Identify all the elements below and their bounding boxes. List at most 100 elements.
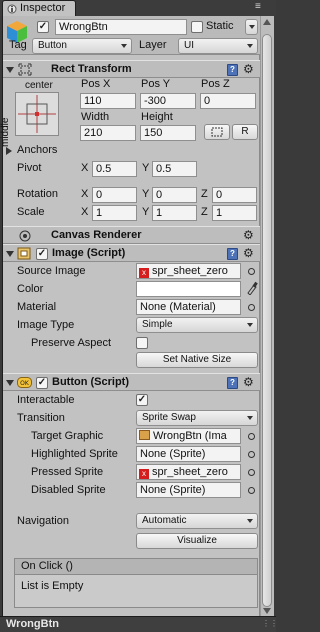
- layer-label: Layer: [139, 39, 167, 51]
- preview-object-name: WrongBtn: [6, 618, 59, 630]
- height-label: Height: [141, 111, 173, 123]
- color-field[interactable]: [136, 281, 241, 297]
- canvas-renderer-header[interactable]: Canvas Renderer ⚙: [3, 226, 261, 244]
- scale-z-axis-label: Z: [201, 206, 208, 218]
- pressed-sprite-picker-icon[interactable]: [248, 469, 255, 476]
- gameobject-active-checkbox[interactable]: ✓: [37, 21, 49, 33]
- scroll-down-arrow-icon[interactable]: [263, 608, 271, 614]
- image-enabled-checkbox[interactable]: ✓: [36, 248, 48, 260]
- rotation-x-field[interactable]: 0: [92, 187, 137, 203]
- rotation-x-axis-label: X: [81, 188, 89, 200]
- static-dropdown[interactable]: [245, 19, 258, 35]
- width-field[interactable]: 210: [80, 125, 136, 141]
- anchor-preset-h-label: center: [25, 80, 53, 91]
- pressed-sprite-value: spr_sheet_zero: [152, 466, 228, 478]
- inspector-tab[interactable]: Inspector: [2, 0, 76, 17]
- onclick-add-remove: [213, 608, 253, 616]
- layer-dropdown[interactable]: UI: [178, 38, 258, 54]
- height-field[interactable]: 150: [140, 125, 196, 141]
- onclick-header: On Click (): [15, 559, 257, 575]
- pos-y-field[interactable]: -300: [140, 93, 196, 109]
- pos-y-label: Pos Y: [141, 78, 171, 90]
- rotation-label: Rotation: [17, 188, 58, 200]
- image-type-dropdown[interactable]: Simple: [136, 317, 258, 333]
- canvas-renderer-gear-icon[interactable]: ⚙: [243, 229, 254, 241]
- button-component-header[interactable]: OK ✓ Button (Script) ? ⚙: [3, 373, 261, 391]
- highlighted-sprite-picker-icon[interactable]: [248, 451, 255, 458]
- pressed-sprite-field[interactable]: x spr_sheet_zero: [136, 464, 241, 480]
- anchor-preset-button[interactable]: [15, 92, 59, 136]
- rect-transform-header[interactable]: Rect Transform ? ⚙: [3, 60, 261, 78]
- pos-x-field[interactable]: 110: [80, 93, 136, 109]
- target-graphic-picker-icon[interactable]: [248, 433, 255, 440]
- rotation-z-field[interactable]: 0: [212, 187, 257, 203]
- scale-y-field[interactable]: 1: [152, 205, 197, 221]
- rotation-y-field[interactable]: 0: [152, 187, 197, 203]
- onclick-title: On Click (): [21, 560, 73, 572]
- button-component-title: Button (Script): [52, 376, 129, 388]
- target-graphic-field[interactable]: WrongBtn (Ima: [136, 428, 241, 444]
- missing-sprite-icon: x: [139, 268, 149, 278]
- button-gear-icon[interactable]: ⚙: [243, 376, 254, 388]
- inspector-icon: [7, 4, 17, 14]
- scale-x-field[interactable]: 1: [92, 205, 137, 221]
- pivot-x-field[interactable]: 0.5: [92, 161, 137, 177]
- pivot-label: Pivot: [17, 162, 42, 174]
- disabled-sprite-field[interactable]: None (Sprite): [136, 482, 241, 498]
- preview-bar[interactable]: WrongBtn: [0, 616, 276, 632]
- pivot-y-field[interactable]: 0.5: [152, 161, 197, 177]
- material-picker-icon[interactable]: [248, 304, 255, 311]
- scrollbar-thumb[interactable]: [262, 34, 272, 607]
- rect-transform-foldout-icon[interactable]: [6, 67, 14, 73]
- scale-label: Scale: [17, 206, 45, 218]
- source-image-value: spr_sheet_zero: [152, 265, 228, 277]
- anchors-foldout-icon[interactable]: [6, 147, 12, 155]
- rect-transform-help-icon[interactable]: ?: [227, 64, 238, 76]
- image-component-header[interactable]: ✓ Image (Script) ? ⚙: [3, 244, 261, 262]
- tag-label: Tag: [9, 39, 27, 51]
- source-image-field[interactable]: x spr_sheet_zero: [136, 263, 241, 279]
- button-enabled-checkbox[interactable]: ✓: [36, 377, 48, 389]
- button-foldout-icon[interactable]: [6, 380, 14, 386]
- blueprint-icon: [211, 127, 223, 137]
- image-foldout-icon[interactable]: [6, 251, 14, 257]
- rect-transform-gear-icon[interactable]: ⚙: [243, 63, 254, 75]
- disabled-sprite-picker-icon[interactable]: [248, 487, 255, 494]
- visualize-button[interactable]: Visualize: [136, 533, 258, 549]
- raw-edit-button[interactable]: R: [232, 124, 258, 140]
- preserve-aspect-label: Preserve Aspect: [31, 337, 112, 349]
- anchors-label[interactable]: Anchors: [17, 144, 57, 156]
- image-help-icon[interactable]: ?: [227, 248, 238, 260]
- material-field[interactable]: None (Material): [136, 299, 241, 315]
- set-native-size-button[interactable]: Set Native Size: [136, 352, 258, 368]
- transition-dropdown[interactable]: Sprite Swap: [136, 410, 258, 426]
- image-type-label: Image Type: [17, 319, 75, 331]
- scroll-up-arrow-icon[interactable]: [263, 19, 271, 25]
- pos-z-field[interactable]: 0: [200, 93, 256, 109]
- pressed-sprite-label: Pressed Sprite: [31, 466, 104, 478]
- source-image-label: Source Image: [17, 265, 86, 277]
- interactable-checkbox[interactable]: ✓: [136, 394, 148, 406]
- svg-text:OK: OK: [20, 380, 30, 387]
- highlighted-sprite-field[interactable]: None (Sprite): [136, 446, 241, 462]
- preserve-aspect-checkbox[interactable]: [136, 337, 148, 349]
- tag-dropdown-value: Button: [38, 40, 67, 51]
- tag-dropdown[interactable]: Button: [32, 38, 132, 54]
- pivot-x-axis-label: X: [81, 162, 89, 174]
- source-image-picker-icon[interactable]: [248, 268, 255, 275]
- scale-z-field[interactable]: 1: [212, 205, 257, 221]
- eyedropper-icon[interactable]: [246, 281, 258, 295]
- navigation-value: Automatic: [142, 515, 187, 526]
- missing-pressed-sprite-icon: x: [139, 469, 149, 479]
- button-help-icon[interactable]: ?: [227, 377, 238, 389]
- navigation-dropdown[interactable]: Automatic: [136, 513, 258, 529]
- anchor-preset-icon: [18, 95, 56, 133]
- image-gear-icon[interactable]: ⚙: [243, 247, 254, 259]
- blueprint-mode-button[interactable]: [204, 124, 230, 140]
- image-component-title: Image (Script): [52, 247, 126, 259]
- tab-menu-icon[interactable]: ≡: [255, 1, 261, 12]
- static-checkbox[interactable]: [191, 21, 203, 33]
- preview-grip-icon[interactable]: ⋮⋮: [262, 619, 278, 629]
- image-type-value: Simple: [142, 319, 173, 330]
- gameobject-name-field[interactable]: WrongBtn: [55, 19, 187, 35]
